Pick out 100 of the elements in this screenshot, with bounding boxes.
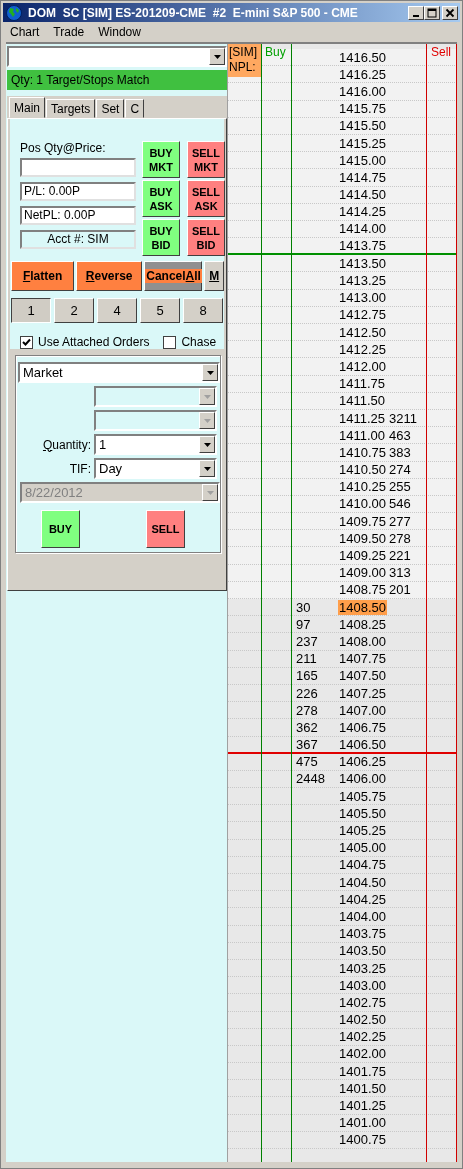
price-cell[interactable]: 1410.00 [338,496,387,512]
price-cell[interactable]: 1416.25 [338,66,387,82]
menu-item[interactable]: Window [91,25,148,39]
action-button[interactable]: Reverse [76,261,143,291]
price-cell[interactable]: 1409.00 [338,565,387,581]
order-button[interactable]: SELL ASK [187,180,225,217]
order-button[interactable]: BUY ASK [142,180,180,217]
price-cell[interactable]: 1406.50 [338,736,387,752]
price-cell[interactable]: 1403.75 [338,926,387,942]
price-cell[interactable]: 1408.75 [338,582,387,598]
price-cell[interactable]: 1402.50 [338,1012,387,1028]
price-cell[interactable]: 1412.25 [338,341,387,357]
action-button[interactable]: Flatten [11,261,75,291]
quantity-button[interactable]: 5 [140,298,180,323]
price-cell[interactable]: 1409.25 [338,548,387,564]
price-cell[interactable]: 1407.75 [338,651,387,667]
tif-dropdown[interactable]: Day [94,458,217,479]
price-cell[interactable]: 1403.00 [338,977,387,993]
price-cell[interactable]: 1406.75 [338,719,387,735]
order-button[interactable]: BUY MKT [142,141,180,178]
price-cell[interactable]: 1415.75 [338,101,387,117]
maximize-button[interactable] [424,5,440,20]
order-button[interactable]: SELL MKT [187,141,225,178]
price-cell[interactable]: 1401.00 [338,1115,387,1131]
price-cell[interactable]: 1413.75 [338,238,387,254]
tab[interactable]: Targets [46,99,96,118]
price-cell[interactable]: 1401.50 [338,1080,387,1096]
price-cell[interactable]: 1411.00 [338,427,387,443]
quantity-dropdown[interactable]: 1 [94,434,217,455]
checkbox[interactable] [163,335,177,349]
quantity-button[interactable]: 4 [97,298,137,323]
price-cell[interactable]: 1408.00 [338,633,387,649]
price-cell[interactable]: 1414.25 [338,204,387,220]
tab[interactable]: C [125,99,145,118]
price-cell[interactable]: 1405.75 [338,788,387,804]
price-cell[interactable]: 1404.75 [338,857,387,873]
price-cell[interactable]: 1402.75 [338,994,387,1010]
price-cell[interactable]: 1410.75 [338,444,387,460]
price-cell[interactable]: 1415.50 [338,118,387,134]
price-cell[interactable]: 1414.50 [338,187,387,203]
sell-button[interactable]: SELL [146,510,185,548]
price-cell[interactable]: 1401.25 [338,1098,387,1114]
price-cell[interactable]: 1416.00 [338,83,387,99]
action-button[interactable]: M [204,261,224,291]
price-cell[interactable]: 1404.00 [338,908,387,924]
order-button[interactable]: BUY BID [142,219,180,256]
price-cell[interactable]: 1413.50 [338,255,387,271]
price-cell[interactable]: 1412.75 [338,307,387,323]
price-cell[interactable]: 1411.75 [338,376,387,392]
price-cell[interactable]: 1405.25 [338,823,387,839]
price-cell[interactable]: 1403.50 [338,943,387,959]
price-cell[interactable]: 1415.25 [338,135,387,151]
price-cell[interactable]: 1413.00 [338,290,387,306]
price-cell[interactable]: 1412.50 [338,324,387,340]
quantity-button[interactable]: 1 [11,298,51,323]
price-cell[interactable]: 1404.50 [338,874,387,890]
menu-item[interactable]: Trade [46,25,92,39]
price-cell[interactable]: 1410.50 [338,462,387,478]
price-cell[interactable]: 1406.25 [338,754,387,770]
price-cell[interactable]: 1412.00 [338,358,387,374]
price-cell[interactable]: 1407.50 [338,668,387,684]
ask-size: 383 [389,444,411,460]
price-cell[interactable]: 1409.75 [338,513,387,529]
price-cell[interactable]: 1410.25 [338,479,387,495]
quantity-button[interactable]: 2 [54,298,94,323]
price-cell[interactable]: 1407.25 [338,685,387,701]
checkbox[interactable] [20,335,33,349]
price-cell[interactable]: 1411.25 [338,410,387,426]
price-cell[interactable]: 1405.00 [338,840,387,856]
position-field[interactable] [20,158,136,177]
price-cell[interactable]: 1411.50 [338,393,387,409]
tab[interactable]: Set [96,99,125,118]
close-icon [445,7,455,18]
price-cell[interactable]: 1415.00 [338,152,387,168]
price-cell[interactable]: 1402.25 [338,1029,387,1045]
price-cell[interactable]: 1408.50 [338,599,387,615]
price-cell[interactable]: 1400.75 [338,1132,387,1148]
price-cell[interactable]: 1414.00 [338,221,387,237]
price-cell[interactable]: 1401.75 [338,1063,387,1079]
price-cell[interactable]: 1408.25 [338,616,387,632]
price-cell[interactable]: 1404.25 [338,891,387,907]
menu-item[interactable]: Chart [3,25,47,39]
price-cell[interactable]: 1414.75 [338,169,387,185]
price-cell[interactable]: 1405.50 [338,805,387,821]
action-button[interactable]: CancelAll [144,261,203,291]
price-cell[interactable]: 1406.00 [338,771,387,787]
price-cell[interactable]: 1402.00 [338,1046,387,1062]
minimize-button[interactable] [408,5,424,20]
quantity-button[interactable]: 8 [183,298,223,323]
price-cell[interactable]: 1407.00 [338,702,387,718]
close-button[interactable] [442,5,458,20]
price-cell[interactable]: 1403.25 [338,960,387,976]
order-type-dropdown[interactable]: Market [18,362,220,383]
price-cell[interactable]: 1416.50 [338,49,387,65]
price-cell[interactable]: 1413.25 [338,273,387,289]
symbol-dropdown[interactable] [7,46,227,67]
order-button[interactable]: SELL BID [187,219,225,256]
buy-button[interactable]: BUY [41,510,80,548]
tab[interactable]: Main [9,97,45,118]
price-cell[interactable]: 1409.50 [338,530,387,546]
